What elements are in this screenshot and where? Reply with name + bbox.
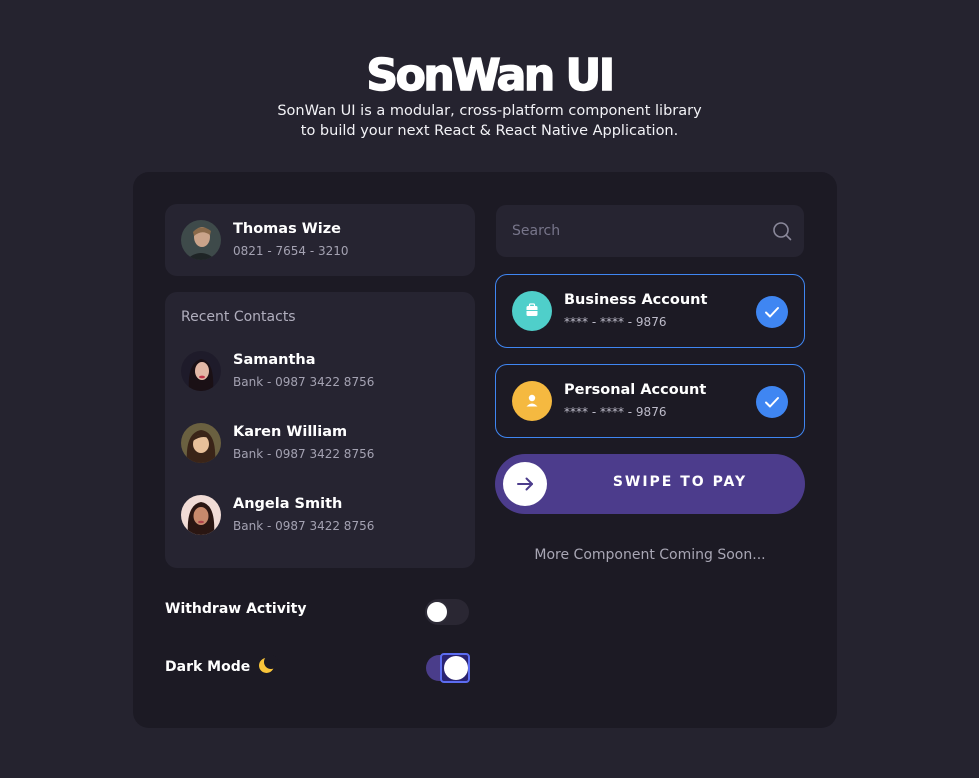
search-box — [496, 205, 804, 257]
contact-name: Samantha — [233, 352, 316, 368]
profile-phone: 0821 - 7654 - 3210 — [233, 244, 349, 258]
contact-name: Karen William — [233, 424, 348, 440]
recent-contacts-panel: Recent Contacts Samantha Bank - 0987 342… — [165, 292, 475, 568]
search-input[interactable] — [496, 205, 756, 257]
briefcase-icon — [512, 291, 552, 331]
withdraw-activity-switch[interactable] — [425, 598, 469, 626]
avatar — [181, 423, 221, 463]
contact-detail: Bank - 0987 3422 8756 — [233, 375, 375, 389]
swipe-handle[interactable] — [503, 462, 547, 506]
moon-icon — [258, 655, 279, 674]
dark-mode-switch[interactable] — [426, 653, 470, 683]
business-account-card[interactable]: Business Account **** - **** - 9876 — [495, 274, 805, 348]
account-name: Business Account — [564, 292, 708, 308]
dark-mode-row: Dark Mode — [165, 655, 279, 675]
arrow-right-icon — [517, 477, 533, 491]
contact-detail: Bank - 0987 3422 8756 — [233, 519, 375, 533]
tagline: SonWan UI is a modular, cross-platform c… — [0, 101, 979, 141]
tagline-line-2: to build your next React & React Native … — [300, 123, 679, 139]
tagline-line-1: SonWan UI is a modular, cross-platform c… — [277, 103, 702, 119]
switch-knob — [425, 600, 449, 624]
avatar — [181, 495, 221, 535]
avatar — [181, 220, 221, 260]
page: SonWan UI SonWan UI is a modular, cross-… — [0, 0, 979, 778]
switch-knob — [444, 656, 468, 680]
personal-account-card[interactable]: Personal Account **** - **** - 9876 — [495, 364, 805, 438]
search-icon[interactable] — [772, 221, 792, 241]
coming-soon-note: More Component Coming Soon... — [534, 547, 766, 563]
swipe-to-pay[interactable]: SWIPE TO PAY — [495, 454, 805, 514]
contact-name: Angela Smith — [233, 496, 343, 512]
swipe-label: SWIPE TO PAY — [612, 474, 748, 490]
contact-detail: Bank - 0987 3422 8756 — [233, 447, 375, 461]
account-number: **** - **** - 9876 — [564, 405, 667, 419]
withdraw-activity-label: Withdraw Activity — [165, 601, 307, 617]
user-icon — [512, 381, 552, 421]
profile-card[interactable]: Thomas Wize 0821 - 7654 - 3210 — [165, 204, 475, 276]
recent-contacts-title: Recent Contacts — [181, 309, 296, 325]
account-number: **** - **** - 9876 — [564, 315, 667, 329]
account-name: Personal Account — [564, 382, 707, 398]
dark-mode-label: Dark Mode — [165, 659, 251, 675]
check-icon — [756, 296, 788, 328]
check-icon — [756, 386, 788, 418]
brand-title: SonWan UI — [366, 49, 616, 102]
avatar — [181, 351, 221, 391]
profile-name: Thomas Wize — [233, 221, 341, 237]
